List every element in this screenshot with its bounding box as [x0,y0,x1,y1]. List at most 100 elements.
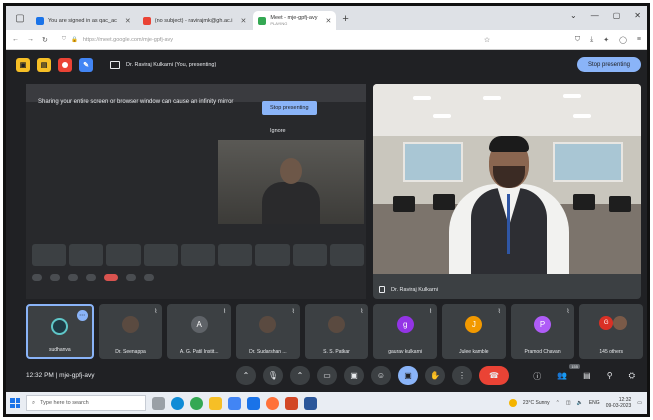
powerpoint-icon[interactable] [285,396,298,410]
camera-name-label: Dr. Raviraj Kulkarni [379,286,438,293]
more-options-icon[interactable]: ⋯ [76,310,88,321]
edge-icon[interactable] [171,396,184,410]
store-icon[interactable] [228,396,241,410]
pocket-icon[interactable]: ⛉ [575,36,580,44]
participant-avatar: P [534,316,552,333]
participant-tile[interactable]: ⌇ Dr. Sudarshan ... [236,304,300,359]
captions-icon[interactable]: ▣ [344,366,364,385]
info-icon[interactable]: ⓘ [533,371,541,382]
volume-icon[interactable]: 🔈 [577,400,583,406]
participant-avatar [259,316,277,333]
tab-actions-icon[interactable]: ▢ [12,10,28,26]
participant-name: Pramod Chavan [524,349,561,355]
presenter-camera-tile[interactable]: Dr. Raviraj Kulkarni [373,84,641,299]
participant-avatar [613,316,628,330]
windows-taskbar: ⌕ Type here to search 23°C Sunny ⌃ ◫ 🔈 E… [6,392,647,414]
tab-title: (no subject) - ravirajmk@gh.ac.i [154,17,233,24]
menu-icon[interactable]: ≡ [637,36,641,44]
stop-presenting-inner-button[interactable]: Stop presenting [262,101,317,115]
back-icon[interactable]: ← [12,36,19,43]
browser-tab[interactable]: You are signed in as qac_ac ✕ [31,11,136,30]
folder-icon[interactable]: ▣ [16,57,30,72]
edit-icon[interactable]: ✎ [79,57,93,72]
ignore-button[interactable]: Ignore [270,128,286,134]
notifications-icon[interactable]: ▭ [637,400,642,406]
notes-icon[interactable]: ▤ [37,57,51,72]
new-tab-button[interactable]: + [342,13,348,25]
others-avatars: G [599,316,628,330]
present-icon [379,286,385,293]
network-icon[interactable]: ◫ [566,400,571,406]
participant-tile[interactable]: J ⌇ Julee kamble [442,304,506,359]
tab-subtitle: PLAYING [270,21,288,26]
participant-name: Dr. Sudarshan ... [249,349,287,355]
system-tray: 23°C Sunny ⌃ ◫ 🔈 ENG 12:32 09-03-2023 ▭ [508,397,647,409]
url-text: https://meet.google.com/mje-gpfj-avy [82,36,174,43]
activities-icon[interactable]: ⚲ [607,371,613,382]
leave-call-icon[interactable]: ☎ [479,366,509,385]
start-icon[interactable] [10,398,20,408]
browser-tab[interactable]: Meet - mje-gpfj-avy PLAYING ✕ [253,11,337,30]
reload-icon[interactable]: ↻ [42,36,48,44]
account-icon[interactable]: ◯ [619,36,627,44]
mic-muted-icon: ⌇ [360,309,364,315]
forward-icon[interactable]: → [27,36,34,43]
participant-tile[interactable]: ⋯ sudhanva [26,304,94,359]
stop-presenting-button[interactable]: Stop presenting [576,57,641,72]
language-indicator[interactable]: ENG [589,400,600,406]
camera-options-icon[interactable]: ⌃ [290,366,310,385]
mirrored-participant-strip [32,244,364,266]
close-window-icon[interactable]: ✕ [634,11,641,20]
presenting-status: Dr. Raviraj Kulkarni (You, presenting) [110,60,216,69]
record-icon[interactable] [58,57,72,72]
weather-icon [508,399,517,407]
participant-name: Dr. Seenappa [115,349,146,355]
file-explorer-icon[interactable] [209,396,222,410]
tray-expand-icon[interactable]: ⌃ [556,400,560,406]
participant-tile[interactable]: ⌇ Dr. Seenappa [98,304,163,359]
participant-tile[interactable]: P ⌇ Pramod Chavan [510,304,575,359]
close-tab-icon[interactable]: ✕ [325,17,331,25]
participant-name: Julee kamble [459,349,489,355]
extensions-icon[interactable]: ✦ [603,36,609,44]
mic-muted-icon: ⌇ [223,309,227,315]
close-tab-icon[interactable]: ✕ [241,17,247,25]
tab-search-icon[interactable]: ⌄ [570,11,577,20]
participant-avatar: g [396,316,414,333]
more-options-icon[interactable]: ⋮ [452,366,472,385]
word-icon[interactable] [304,396,317,410]
participant-tile[interactable]: ⌇ S. S. Patkar [304,304,369,359]
camera-icon[interactable]: ▭ [317,366,337,385]
participant-avatar [51,318,69,335]
raise-hand-icon[interactable]: ✋ [425,366,445,385]
firefox-icon[interactable] [266,396,279,410]
present-now-icon[interactable]: ▣ [398,366,418,385]
taskbar-search[interactable]: ⌕ Type here to search [26,395,146,411]
downloads-icon[interactable]: ⤓ [590,36,593,44]
minimize-icon[interactable]: — [591,11,599,20]
mic-options-icon[interactable]: ⌃ [236,366,256,385]
participant-tile[interactable]: A ⌇ A. G. Patil Instit... [167,304,232,359]
clock[interactable]: 12:32 09-03-2023 [606,397,632,409]
people-count-badge: 155 [569,364,580,369]
tab-title-wrap: Meet - mje-gpfj-avy PLAYING [270,15,317,26]
chrome-icon[interactable] [190,396,203,410]
task-view-icon[interactable] [152,396,165,410]
url-field[interactable]: ⛉ 🔒 https://meet.google.com/mje-gpfj-avy [56,33,476,47]
participant-tile[interactable]: g ⌇ gaurav kulkarni [373,304,438,359]
bookmark-star-icon[interactable]: ☆ [484,36,490,44]
chat-icon[interactable]: ▤ [583,371,591,382]
emoji-icon[interactable]: ☺ [371,366,391,385]
browser-tab[interactable]: (no subject) - ravirajmk@gh.ac.i ✕ [138,11,252,30]
mic-muted-icon: ⌇ [566,309,570,315]
mail-icon[interactable] [247,396,260,410]
close-tab-icon[interactable]: ✕ [125,17,131,25]
present-screen-icon [110,60,120,69]
mic-icon[interactable]: 🎙 [263,366,283,385]
participant-tile[interactable]: G 145 others [579,304,644,359]
people-icon[interactable]: 👥 [557,371,567,382]
participant-name: A. G. Patil Instit... [179,349,219,355]
infinity-mirror-warning: Sharing your entire screen or browser wi… [38,99,234,105]
maximize-icon[interactable]: ▢ [613,11,621,20]
host-controls-icon[interactable]: ⛭ [629,371,635,382]
